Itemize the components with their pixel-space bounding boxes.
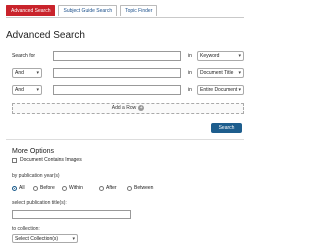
field-select-value: Entire Document [200,87,238,93]
search-row-3: And ▾ in Entire Document ▾ [12,85,244,95]
collection-label: to collection: [12,226,40,232]
in-label: in [188,53,192,59]
operator-value: And [15,70,24,76]
more-options-heading: More Options [12,148,55,155]
search-term-input-3[interactable] [53,85,181,95]
section-divider [6,139,244,140]
operator-select-2[interactable]: And ▾ [12,68,42,78]
radio-label: Before [40,185,55,191]
chevron-down-icon: ▾ [72,236,75,242]
search-for-label: Search for [12,53,36,59]
pub-title-label: select publication title(s): [12,200,67,206]
contains-images-label: Document Contains Images [20,157,82,163]
search-tabs: Advanced Search Subject Guide Search Top… [6,5,158,16]
pub-year-label: by publication year(s) [12,173,60,179]
collection-select[interactable]: Select Collection(s) ▾ [12,234,78,243]
pub-title-input[interactable] [12,210,131,219]
chevron-down-icon: ▾ [36,87,39,93]
in-label: in [188,70,192,76]
radio-dot [12,186,17,191]
radio-label: Within [69,185,83,191]
radio-dot [62,186,67,191]
radio-label: After [106,185,117,191]
plus-circle-icon: + [138,104,145,111]
chevron-down-icon: ▾ [238,87,241,93]
page-title: Advanced Search [6,30,85,41]
chevron-down-icon: ▾ [238,53,241,59]
add-row-label: Add a Row [111,105,137,111]
field-select-3[interactable]: Entire Document ▾ [197,85,244,95]
field-select-value: Keyword [200,53,220,59]
field-select-2[interactable]: Document Title ▾ [197,68,244,78]
search-term-input-1[interactable] [53,51,181,61]
chevron-down-icon: ▾ [238,70,241,76]
search-row-2: And ▾ in Document Title ▾ [12,68,244,78]
tab-topic-finder[interactable]: Topic Finder [120,5,158,16]
radio-dot [127,186,132,191]
field-select-1[interactable]: Keyword ▾ [197,51,244,61]
radio-dot [99,186,104,191]
radio-label: Between [134,185,154,191]
operator-select-3[interactable]: And ▾ [12,85,42,95]
radio-label: All [19,185,25,191]
in-label: in [188,87,192,93]
tab-divider [6,17,244,18]
search-term-input-2[interactable] [53,68,181,78]
radio-dot [33,186,38,191]
search-button[interactable]: Search [211,123,242,133]
add-row-button[interactable]: Add a Row + [12,103,244,114]
search-row-1: Search for in Keyword ▾ [12,51,244,61]
collection-select-value: Select Collection(s) [15,236,59,242]
field-select-value: Document Title [200,70,234,76]
chevron-down-icon: ▾ [36,70,39,76]
tab-subject-guide-search[interactable]: Subject Guide Search [58,5,118,16]
tab-advanced-search[interactable]: Advanced Search [6,5,56,16]
operator-value: And [15,87,24,93]
contains-images-checkbox[interactable] [12,158,17,163]
